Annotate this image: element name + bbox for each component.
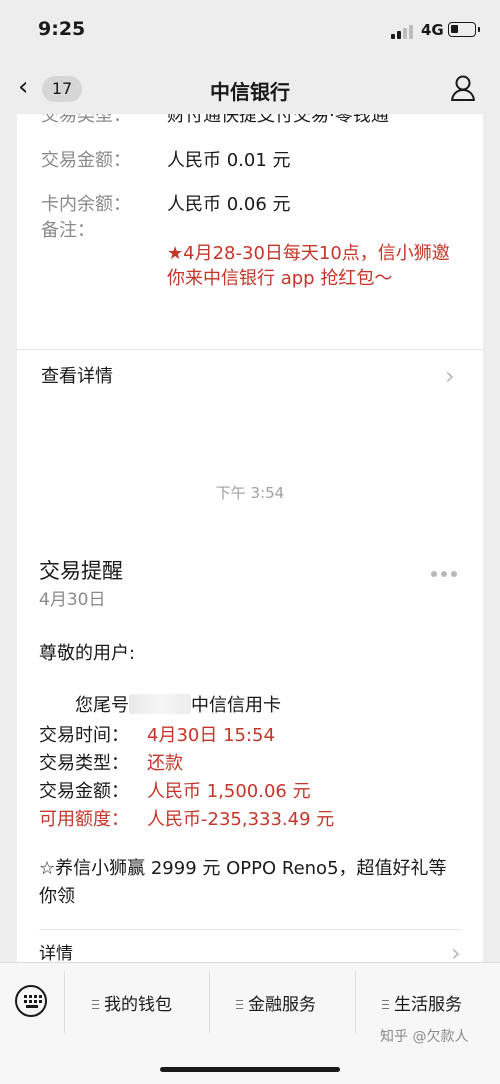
watermark: 知乎 @欠款人	[380, 1029, 469, 1045]
card-title: 交易提醒	[39, 559, 123, 583]
separator	[355, 971, 356, 1033]
row-transaction-type: 交易类型： 还款	[39, 749, 183, 775]
greeting: 尊敬的用户:	[39, 643, 136, 664]
masked-card-number	[129, 694, 191, 714]
value: 4月30日 15:54	[147, 725, 275, 746]
divider	[39, 929, 461, 930]
menu-my-wallet[interactable]: 我的钱包	[92, 990, 172, 1015]
card-prefix: 您尾号	[75, 695, 129, 716]
note-text: ★4月28-30日每天10点，信小狮邀你来中信银行 app 抢红包～	[167, 243, 450, 289]
divider	[17, 349, 483, 350]
value: 还款	[147, 753, 183, 774]
card-suffix: 中信信用卡	[191, 695, 281, 716]
label: 交易金额：	[39, 781, 129, 802]
message-list[interactable]: 交易类型： 财付通快捷支付交易·零钱通 交易金额： 人民币 0.01 元 卡内余…	[0, 114, 500, 962]
value: 人民币 0.06 元	[167, 194, 291, 215]
battery-icon	[448, 22, 480, 37]
details-link[interactable]: 详情	[39, 939, 73, 962]
row-transaction-amount: 交易金额： 人民币 1,500.06 元	[39, 777, 311, 803]
menu-icon	[382, 1000, 389, 1009]
menu-financial-services[interactable]: 金融服务	[236, 990, 316, 1015]
row-transaction-time: 交易时间： 4月30日 15:54	[39, 721, 275, 747]
card-date: 4月30日	[39, 590, 106, 610]
separator	[209, 971, 210, 1033]
message-timestamp: 下午 3:54	[215, 484, 285, 502]
value: 人民币 0.01 元	[167, 150, 291, 171]
menu-icon	[236, 1000, 243, 1009]
label: 交易类型：	[39, 753, 129, 774]
home-indicator	[160, 1067, 340, 1072]
label: 可用额度：	[39, 809, 129, 830]
promo-text: ☆养信小狮赢 2999 元 OPPO Reno5，超值好礼等你领	[39, 858, 447, 907]
network-type: 4G	[421, 21, 444, 39]
label: 交易类型：	[41, 114, 131, 126]
message-card-transaction: 交易提醒 4月30日 尊敬的用户: 您尾号 中信信用卡 交易时间： 4月30日 1…	[17, 521, 483, 962]
card-info-line: 您尾号 中信信用卡	[75, 691, 281, 717]
keyboard-icon[interactable]	[15, 985, 47, 1017]
chat-title: 中信银行	[210, 80, 290, 104]
value: 人民币-235,333.49 元	[147, 809, 335, 830]
chevron-right-icon[interactable]: ›	[445, 364, 455, 388]
chevron-right-icon[interactable]: ›	[451, 941, 461, 962]
menu-label: 金融服务	[248, 995, 316, 1015]
menu-life-services[interactable]: 生活服务	[382, 990, 462, 1015]
signal-icon	[391, 25, 415, 39]
status-time: 9:25	[38, 18, 86, 40]
bottom-menu-bar: 我的钱包 金融服务 生活服务 知乎 @欠款人	[0, 962, 500, 1084]
view-details-link[interactable]: 查看详情	[41, 362, 113, 388]
label: 备注：	[41, 220, 95, 241]
label: 卡内余额：	[41, 194, 131, 215]
row-available-credit: 可用额度： 人民币-235,333.49 元	[39, 805, 334, 831]
separator	[64, 971, 65, 1033]
profile-icon[interactable]	[450, 74, 476, 102]
value: 财付通快捷支付交易·零钱通	[167, 114, 389, 126]
menu-label: 生活服务	[394, 995, 462, 1015]
more-options-icon[interactable]	[431, 562, 461, 581]
status-bar: 9:25 4G	[0, 0, 500, 62]
menu-label: 我的钱包	[104, 995, 172, 1015]
nav-bar: ‹ 17 中信银行	[0, 62, 500, 114]
menu-icon	[92, 1000, 99, 1009]
label: 交易金额：	[41, 150, 131, 171]
value: 人民币 1,500.06 元	[147, 781, 311, 802]
label: 交易时间：	[39, 725, 129, 746]
